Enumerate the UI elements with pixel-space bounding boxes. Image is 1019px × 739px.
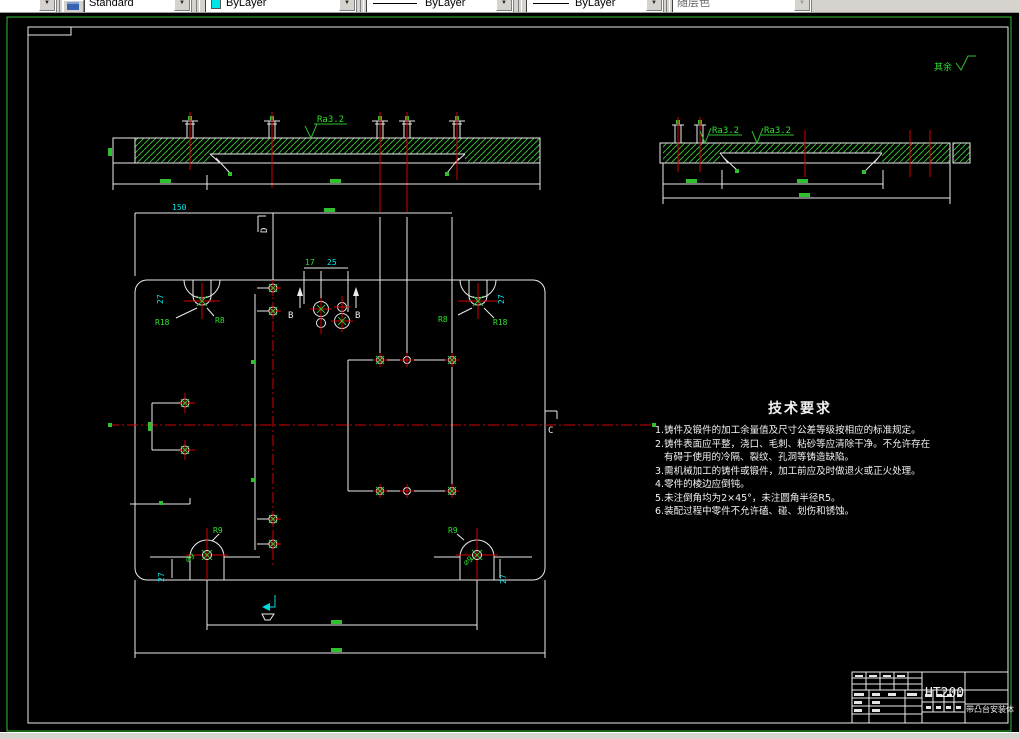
radius-r18: R18: [493, 318, 508, 327]
text-style-icon: [67, 2, 79, 10]
section-b-text: B: [288, 311, 293, 321]
section-label-d: D: [257, 215, 270, 233]
general-roughness-text: 其余: [934, 61, 952, 73]
stud-symbols: [182, 112, 465, 212]
dim-150: 150: [172, 203, 187, 212]
paper-border: [6, 16, 1012, 732]
toolbar-separator: [360, 0, 364, 12]
tech-requirement-line: 4.零件的棱边应倒钝。: [655, 479, 750, 490]
chevron-down-icon[interactable]: ▼: [339, 0, 355, 11]
roughness-callout: Ra3.2: [751, 126, 794, 145]
view-direction-arrow: [261, 595, 276, 621]
dim-27: 27: [156, 294, 165, 304]
material-label: HT200: [925, 686, 965, 701]
dim-25: 25: [327, 258, 337, 267]
corner-feature-br: ⌀9 R9 27: [434, 526, 532, 604]
text-style-combo[interactable]: Standard ▼: [84, 0, 192, 12]
tech-requirement-line: 5.未注倒角均为2×45°，未注圆角半径R5。: [655, 492, 841, 504]
section-arrow-icon: [297, 287, 303, 296]
lineweight-value: ByLayer: [575, 0, 616, 9]
section-d-text: D: [260, 228, 270, 233]
chevron-down-icon[interactable]: ▼: [39, 0, 55, 11]
linetype-combo[interactable]: ByLayer ▼: [366, 0, 514, 12]
section-b-text: B: [355, 311, 360, 321]
plotstyle-value: 随层色: [677, 0, 710, 9]
section-arrow-icon: [353, 287, 359, 296]
status-bar: [0, 732, 1019, 739]
hole-dia9: ⌀9: [184, 551, 197, 564]
radius-r9: R9: [213, 526, 223, 535]
chevron-down-icon[interactable]: ▼: [646, 0, 662, 11]
dim-27: 27: [157, 572, 166, 582]
toolbar-separator: [666, 0, 670, 12]
tech-requirement-line: 2.铸件表面应平整，浇口、毛刺、粘砂等应清除干净。不允许存在: [655, 438, 931, 450]
general-roughness-symbol: 其余: [934, 55, 976, 73]
cad-drawing[interactable]: 其余 Ra3.2 Ra3.2 Ra3.2 150 D 17 25 B B R18…: [0, 12, 1019, 733]
dim-17: 17: [305, 258, 315, 267]
roughness-callout: Ra3.2: [304, 115, 347, 140]
part-name-label: 带凸台安装体: [966, 705, 1014, 714]
linetype-swatch: [373, 3, 417, 4]
chevron-down-icon: ▼: [794, 0, 810, 11]
plate-outline: [134, 279, 546, 581]
radius-r8: R8: [438, 315, 448, 324]
style-icon-button[interactable]: [63, 0, 84, 12]
tech-requirement-line: 1.铸件及锻件的加工余量值及尺寸公差等级按相应的标准规定。: [655, 425, 921, 436]
toolbar: ▼ Standard ▼ ByLayer ▼ ByLayer ▼ ByLayer…: [0, 0, 1019, 13]
dim-27: 27: [497, 294, 506, 304]
drawing-frame: [27, 26, 1009, 724]
roughness-check-icon: [304, 123, 318, 140]
roughness-callout: Ra3.2: [699, 126, 742, 145]
lineweight-swatch: [533, 3, 569, 4]
radius-r18: R18: [155, 318, 170, 327]
corner-feature-tr: R8 R18 27: [438, 279, 508, 327]
plotstyle-combo: 随层色 ▼: [672, 0, 812, 12]
tech-requirement-line: 3.需机械加工的铸件或锻件，加工前应及时做退火或正火处理。: [655, 465, 921, 477]
plan-view: 150 D 17 25 B B R18 R8 27 R8 R18 27 C ⌀9…: [108, 203, 658, 658]
section-view-side: Ra3.2 Ra3.2: [659, 117, 971, 204]
color-combo[interactable]: ByLayer ▼: [205, 0, 357, 12]
section-c-text: C: [548, 426, 553, 436]
section-bb-group: 17 25 B B: [288, 258, 360, 334]
left-hole-pair: [130, 393, 195, 505]
technical-requirements: 技术要求 1.铸件及锻件的加工余量值及尺寸公差等级按相应的标准规定。 2.铸件表…: [655, 398, 945, 519]
section-label-c: C: [545, 410, 558, 436]
arrow-icon: [262, 603, 270, 611]
tech-requirements-title: 技术要求: [768, 401, 832, 417]
toolbar-separator: [196, 0, 200, 12]
text-style-value: Standard: [89, 0, 134, 9]
lineweight-combo[interactable]: ByLayer ▼: [526, 0, 664, 12]
linetype-value: ByLayer: [425, 0, 466, 9]
section-view-front: Ra3.2: [108, 112, 541, 212]
corner-feature-bl: ⌀9 R9 27: [150, 526, 260, 604]
frame-corner-box: [27, 26, 72, 36]
radius-r8: R8: [215, 316, 225, 325]
radius-r9: R9: [448, 526, 458, 535]
toolbar-separator: [518, 0, 522, 12]
tech-requirement-line: 有碍于使用的冷隔、裂纹、孔洞等铸造缺陷。: [664, 452, 855, 463]
tech-requirement-line: 6.装配过程中零件不允许磕、碰、划伤和锈蚀。: [655, 506, 855, 517]
chevron-down-icon[interactable]: ▼: [496, 0, 512, 11]
drawing-area[interactable]: 其余 Ra3.2 Ra3.2 Ra3.2 150 D 17 25 B B R18…: [0, 12, 1019, 733]
chevron-down-icon[interactable]: ▼: [174, 0, 190, 11]
corner-feature-tl: R18 R8 27: [155, 279, 225, 327]
layer-combo[interactable]: ▼: [0, 0, 57, 12]
roughness-check-icon: [955, 55, 976, 71]
color-swatch: [211, 0, 221, 9]
center-hole-column: [251, 280, 281, 552]
color-value: ByLayer: [226, 0, 267, 9]
